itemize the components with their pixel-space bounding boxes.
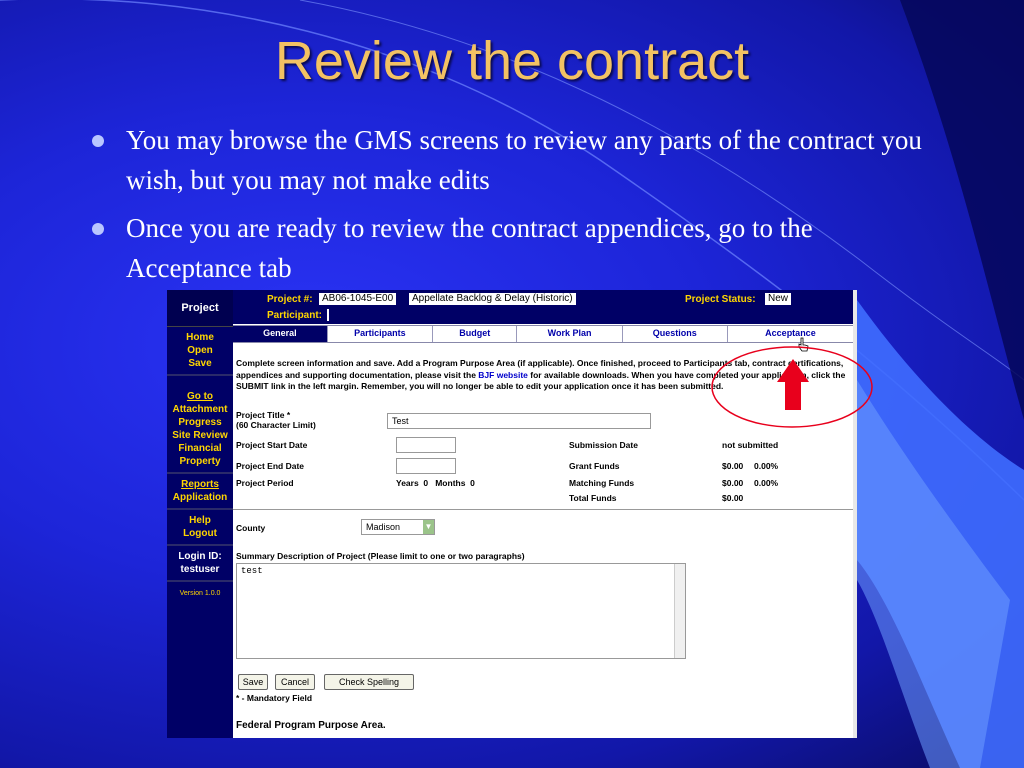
participant-label: Participant: [267,310,323,321]
version-label: Version 1.0.0 [179,590,221,597]
grant-funds-value: $0.00 [722,461,744,471]
county-label: County [236,523,266,533]
start-date-input[interactable] [396,437,456,453]
summary-label: Summary Description of Project (Please l… [236,551,525,561]
bullet-item: Once you are ready to review the contrac… [88,208,928,288]
start-date-label: Project Start Date [236,440,308,450]
check-spelling-button[interactable]: Check Spelling [324,674,414,690]
grant-funds-pct: 0.00% [754,461,779,471]
nav-group-sections: Go to Attachment Progress Site Review Fi… [167,376,233,474]
tab-work-plan[interactable]: Work Plan [517,326,623,342]
tab-bar: General Participants Budget Work Plan Qu… [233,325,853,343]
end-date-input[interactable] [396,458,456,474]
hand-cursor-icon [798,337,809,352]
project-period-value: Years 0 Months 0 [396,478,475,488]
tab-budget[interactable]: Budget [433,326,518,342]
slide-title: Review the contract [274,31,750,91]
nav-open[interactable]: Open [167,344,233,357]
nav-attachment[interactable]: Attachment [167,403,233,416]
nav-goto[interactable]: Go to [167,390,233,403]
nav-progress[interactable]: Progress [167,416,233,429]
grant-funds-label: Grant Funds [569,461,620,471]
tab-acceptance[interactable]: Acceptance [728,326,853,342]
nav-property[interactable]: Property [167,455,233,468]
nav-save[interactable]: Save [167,357,233,370]
nav-home[interactable]: Home [167,331,233,344]
summary-textarea[interactable]: test [236,563,686,659]
project-status-value: New [765,293,792,305]
total-funds-label: Total Funds [569,493,617,503]
county-select[interactable]: Madison ▼ [361,519,435,535]
nav-group-reports: Reports Application [167,474,233,510]
instructions-text: Complete screen information and save. Ad… [236,358,846,391]
textarea-scrollbar[interactable] [674,564,685,658]
bjf-website-link[interactable]: BJF website [478,370,528,380]
project-title-input[interactable]: Test [387,413,651,429]
project-status-label: Project Status: [685,294,756,305]
nav-site-review[interactable]: Site Review [167,429,233,442]
bullet-dot-icon [92,223,104,235]
instructions-block: Complete screen information and save. Ad… [236,358,848,393]
total-funds-value: $0.00 [722,493,744,503]
tab-questions[interactable]: Questions [623,326,728,342]
bullet-item: You may browse the GMS screens to review… [88,120,928,200]
nav-group-file: Home Open Save [167,327,233,376]
bullet-dot-icon [92,135,104,147]
nav-reports[interactable]: Reports [167,478,233,491]
project-header-bar: Project #: AB06-1045-E00 Appellate Backl… [233,290,857,324]
fppa-label: Federal Program Purpose Area. [236,720,386,731]
save-button[interactable]: Save [238,674,268,690]
nav-logout[interactable]: Logout [167,527,233,540]
tab-participants[interactable]: Participants [328,326,434,342]
submission-date-label: Submission Date [569,440,638,450]
project-name-value: Appellate Backlog & Delay (Historic) [409,293,576,305]
project-number-value: AB06-1045-E00 [319,293,397,305]
nav-group-help: Help Logout [167,510,233,546]
matching-funds-value: $0.00 [722,478,744,488]
nav-application[interactable]: Application [167,491,233,504]
nav-financial[interactable]: Financial [167,442,233,455]
gms-screenshot: Project Home Open Save Go to Attachment … [167,290,857,738]
participant-value [327,309,329,321]
nav-login-info: Login ID: testuser [167,546,233,582]
left-nav: Project Home Open Save Go to Attachment … [167,290,233,738]
cancel-button[interactable]: Cancel [275,674,315,690]
matching-funds-label: Matching Funds [569,478,635,488]
submission-date-value: not submitted [722,440,779,450]
login-value: testuser [180,564,220,575]
end-date-label: Project End Date [236,461,305,471]
nav-project-header: Project [167,290,233,327]
mandatory-note: * - Mandatory Field [236,693,313,703]
bullet-list: You may browse the GMS screens to review… [88,120,928,296]
project-title-label: Project Title * (60 Character Limit) [236,410,316,430]
project-number-label: Project #: [267,294,313,305]
page-scrollbar[interactable] [853,290,857,738]
nav-help[interactable]: Help [167,514,233,527]
chevron-down-icon: ▼ [423,520,434,534]
divider [233,509,857,510]
project-period-label: Project Period [236,478,294,488]
tab-general[interactable]: General [233,326,328,342]
login-label: Login ID: [178,551,222,562]
matching-funds-pct: 0.00% [754,478,779,488]
